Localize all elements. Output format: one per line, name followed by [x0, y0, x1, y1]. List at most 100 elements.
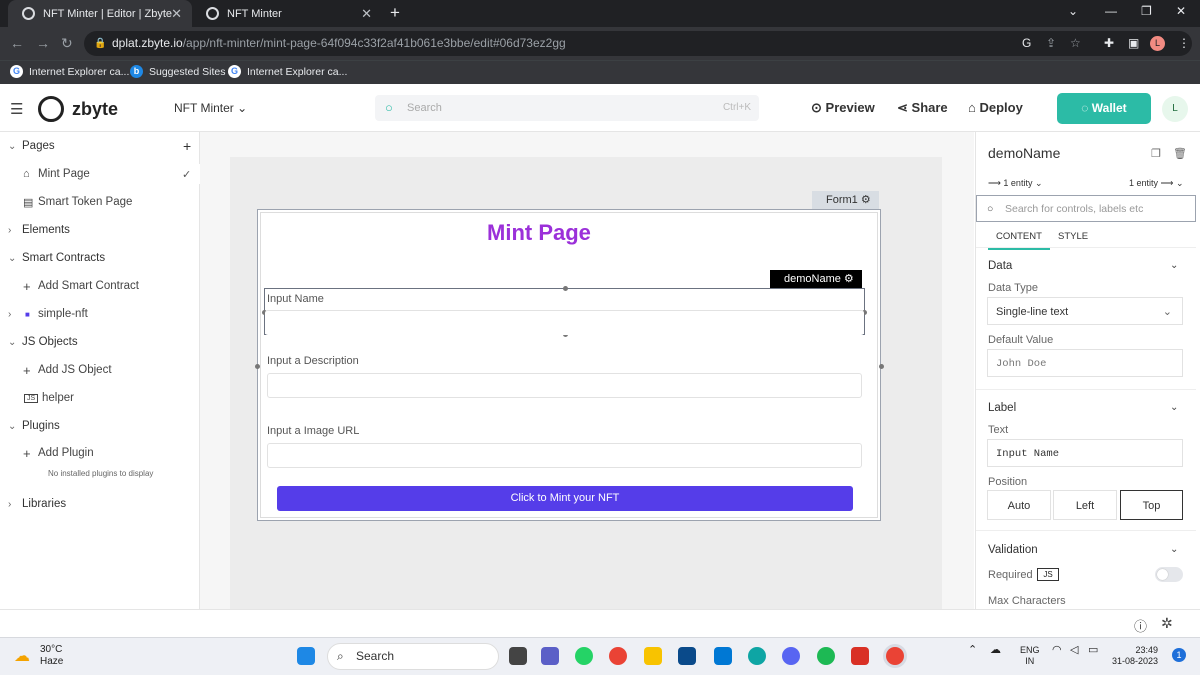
entity-selector-right[interactable]: 1 entity ⟶ ⌄	[1129, 178, 1184, 189]
wifi-icon[interactable]: ◠	[1052, 645, 1062, 656]
file-explorer-icon[interactable]	[644, 647, 662, 665]
minimize-icon[interactable]: —	[1105, 4, 1117, 18]
address-bar[interactable]: 🔒 dplat.zbyte.io/app/nft-minter/mint-pag…	[84, 31, 1192, 56]
preview-button[interactable]: ⊙ Preview	[811, 100, 875, 116]
section-data[interactable]: Data	[988, 260, 1012, 272]
delete-icon[interactable]: 🗑	[1173, 147, 1187, 160]
reload-icon[interactable]: ↻	[61, 35, 73, 52]
default-value-input[interactable]: John Doe	[987, 349, 1183, 377]
editor-status-bar: ⓘ ✲	[0, 609, 1200, 637]
required-toggle[interactable]	[1155, 567, 1183, 582]
sidepanel-icon[interactable]: ▣	[1128, 31, 1139, 56]
tab-nft-minter[interactable]: NFT Minter ✕	[192, 0, 382, 27]
taskbar-search[interactable]: ⌕ Search	[327, 643, 499, 670]
battery-icon[interactable]: ▭	[1088, 645, 1098, 656]
user-avatar[interactable]: L	[1162, 96, 1188, 122]
google-icon[interactable]: G	[1022, 31, 1031, 56]
form-widget-tag[interactable]: Form1 ⚙	[812, 191, 879, 209]
bookmark-item[interactable]: G Internet Explorer ca...	[10, 65, 129, 78]
clock[interactable]: 23:49 31-08-2023	[1112, 645, 1158, 667]
bookmark-item[interactable]: b Suggested Sites	[130, 65, 225, 78]
share-button[interactable]: ⋖ Share	[897, 100, 948, 116]
bookmark-item[interactable]: G Internet Explorer ca...	[228, 65, 347, 78]
page-icon: ▤	[23, 196, 34, 209]
language-indicator[interactable]: ENG IN	[1020, 645, 1040, 667]
search-icon: ○	[385, 100, 393, 115]
divider	[976, 247, 1196, 248]
data-type-select[interactable]: Single-line text ⌄	[987, 297, 1183, 325]
search-icon: ○	[987, 203, 994, 215]
image-url-input[interactable]	[267, 443, 862, 468]
spotify-icon[interactable]	[817, 647, 835, 665]
section-label[interactable]: Label	[988, 402, 1016, 414]
search-input[interactable]: ○ Search Ctrl+K	[375, 95, 759, 121]
extensions-icon[interactable]: ✚	[1104, 31, 1114, 56]
back-icon[interactable]: ←	[10, 35, 24, 51]
resize-handle[interactable]	[879, 364, 884, 369]
entity-selector-left[interactable]: ⟶ 1 entity ⌄	[988, 178, 1043, 189]
tab-style[interactable]: STYLE	[1058, 231, 1088, 242]
sidebar-item-mint-page[interactable]: ⌂ Mint Page ✓	[0, 164, 200, 184]
notification-badge[interactable]: 1	[1172, 648, 1186, 662]
brand-logo[interactable]: zbyte	[38, 96, 118, 122]
label-text-input[interactable]: Input Name	[987, 439, 1183, 467]
maximize-icon[interactable]: ❐	[1141, 4, 1152, 18]
windows-start-icon[interactable]	[297, 647, 315, 665]
chevron-down-icon[interactable]: ⌄	[1170, 260, 1178, 271]
onedrive-icon[interactable]: ☁	[990, 645, 1001, 656]
new-tab-icon[interactable]: +	[390, 3, 400, 23]
js-toggle-button[interactable]: JS	[1037, 568, 1059, 581]
selected-widget-tag[interactable]: demoName ⚙	[770, 270, 862, 288]
resize-handle[interactable]	[563, 286, 568, 291]
properties-search-input[interactable]: ○ Search for controls, labels etc	[976, 195, 1196, 222]
section-validation[interactable]: Validation	[988, 544, 1038, 556]
weather-icon[interactable]: ☁	[14, 646, 30, 666]
position-top-button[interactable]: Top	[1120, 490, 1183, 520]
resize-handle[interactable]	[255, 364, 260, 369]
share-page-icon[interactable]: ⇪	[1046, 31, 1056, 56]
debug-icon[interactable]: ✲	[1161, 615, 1173, 632]
discord-icon[interactable]	[782, 647, 800, 665]
acrobat-icon[interactable]	[851, 647, 869, 665]
chevron-down-icon[interactable]: ⌄	[1170, 402, 1178, 413]
toggle-knob	[1157, 569, 1168, 580]
add-page-icon[interactable]: +	[183, 138, 191, 154]
task-view-icon[interactable]	[509, 647, 527, 665]
tab-editor[interactable]: NFT Minter | Editor | Zbyte ✕	[8, 0, 192, 27]
app-selector[interactable]: NFT Minter ⌄	[174, 101, 247, 115]
chevron-down-icon[interactable]: ⌄	[1170, 544, 1178, 555]
help-icon[interactable]: ⓘ	[1134, 616, 1147, 635]
tray-overflow-icon[interactable]: ⌃	[968, 645, 977, 656]
hamburger-icon[interactable]: ☰	[10, 100, 23, 118]
wallet-button[interactable]: ◌ Wallet	[1057, 93, 1151, 124]
close-tab-icon[interactable]: ✕	[361, 6, 372, 22]
chrome-active-icon[interactable]	[886, 647, 904, 665]
divider	[976, 530, 1196, 531]
description-input[interactable]	[267, 373, 862, 398]
edge-icon[interactable]	[748, 647, 766, 665]
deploy-button[interactable]: ⌂ Deploy	[968, 100, 1023, 115]
volume-icon[interactable]: ◁	[1070, 645, 1078, 656]
profile-avatar[interactable]: L	[1150, 36, 1165, 51]
close-tab-icon[interactable]: ✕	[171, 6, 182, 22]
menu-icon[interactable]: ⋮	[1178, 31, 1190, 56]
bookmark-star-icon[interactable]: ☆	[1070, 31, 1081, 56]
weather-widget[interactable]: 30°C Haze	[40, 644, 63, 668]
mail-icon[interactable]	[714, 647, 732, 665]
whatsapp-icon[interactable]	[575, 647, 593, 665]
position-left-button[interactable]: Left	[1053, 490, 1117, 520]
tab-favicon-icon	[22, 7, 35, 20]
store-icon[interactable]	[678, 647, 696, 665]
chrome-icon[interactable]	[609, 647, 627, 665]
close-window-icon[interactable]: ✕	[1176, 4, 1186, 18]
chevron-down-icon: ⌄	[237, 101, 248, 115]
teams-icon[interactable]	[541, 647, 559, 665]
mint-button[interactable]: Click to Mint your NFT	[277, 486, 853, 511]
name-input[interactable]	[265, 310, 864, 335]
copy-icon[interactable]: ❐	[1151, 147, 1161, 160]
forward-icon[interactable]: →	[36, 35, 50, 51]
position-auto-button[interactable]: Auto	[987, 490, 1051, 520]
plus-icon: +	[23, 445, 31, 461]
tab-search-icon[interactable]: ⌄	[1068, 4, 1078, 18]
widget-name[interactable]: demoName	[988, 145, 1060, 161]
